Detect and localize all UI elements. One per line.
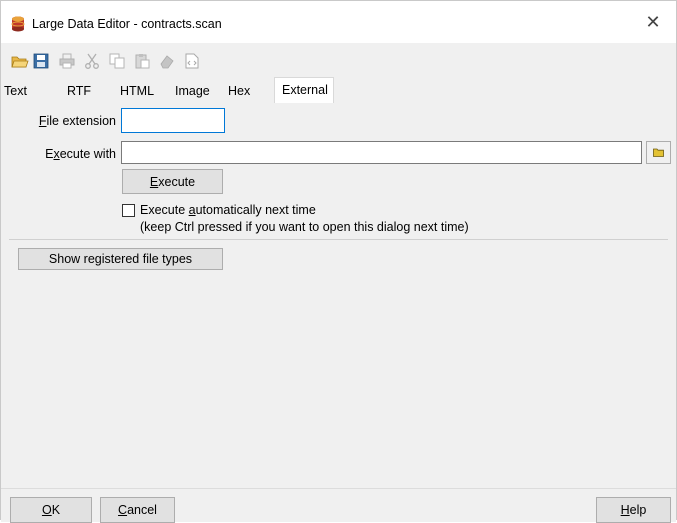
help-button[interactable]: Help — [596, 497, 671, 523]
save-button[interactable] — [31, 51, 51, 71]
external-panel: File extension Execute with Execute Exec… — [1, 103, 676, 488]
cut-icon — [85, 53, 99, 69]
tab-image[interactable]: Image — [175, 81, 210, 103]
button-bar: OK Cancel Help — [1, 488, 676, 523]
tab-bar: Text RTF HTML Image Hex External — [1, 77, 676, 104]
tab-rtf[interactable]: RTF — [67, 81, 91, 103]
cut-button[interactable] — [82, 51, 102, 71]
execute-with-input[interactable] — [121, 141, 642, 164]
open-icon — [11, 56, 29, 68]
copy-button[interactable] — [107, 51, 127, 71]
cancel-button[interactable]: Cancel — [100, 497, 175, 523]
divider — [9, 239, 668, 240]
show-registered-types-button[interactable]: Show registered file types — [18, 248, 223, 270]
close-icon: ✕ — [645, 11, 661, 32]
print-button[interactable] — [57, 51, 77, 71]
copy-icon — [109, 53, 125, 69]
tab-html[interactable]: HTML — [120, 81, 154, 103]
close-button[interactable]: ✕ — [630, 1, 676, 43]
auto-execute-hint: (keep Ctrl pressed if you want to open t… — [140, 220, 469, 234]
print-icon — [59, 53, 75, 69]
file-extension-label: File extension — [38, 114, 116, 128]
save-icon — [33, 53, 49, 69]
paste-icon — [135, 54, 150, 69]
code-file-icon — [185, 53, 199, 69]
tab-hex[interactable]: Hex — [228, 81, 250, 103]
open-button[interactable] — [10, 51, 30, 71]
browse-button[interactable] — [646, 141, 671, 164]
ok-button[interactable]: OK — [10, 497, 92, 523]
file-extension-input[interactable] — [121, 108, 225, 133]
paste-button[interactable] — [132, 51, 152, 71]
execute-button[interactable]: Execute — [122, 169, 223, 194]
eraser-button[interactable] — [157, 51, 177, 71]
auto-execute-checkbox[interactable] — [122, 204, 135, 217]
auto-execute-label: Execute automatically next time — [140, 203, 316, 217]
eraser-icon — [160, 55, 174, 69]
window-title: Large Data Editor - contracts.scan — [32, 17, 222, 31]
tab-text[interactable]: Text — [4, 81, 27, 103]
database-icon — [11, 16, 25, 32]
title-bar: Large Data Editor - contracts.scan ✕ — [1, 1, 676, 43]
toolbar — [1, 43, 676, 77]
dialog-window: Large Data Editor - contracts.scan ✕ Tex… — [0, 0, 677, 523]
code-file-button[interactable] — [182, 51, 202, 71]
folder-icon — [653, 148, 664, 157]
tab-external[interactable]: External — [274, 77, 334, 103]
execute-with-label: Execute with — [45, 147, 116, 161]
